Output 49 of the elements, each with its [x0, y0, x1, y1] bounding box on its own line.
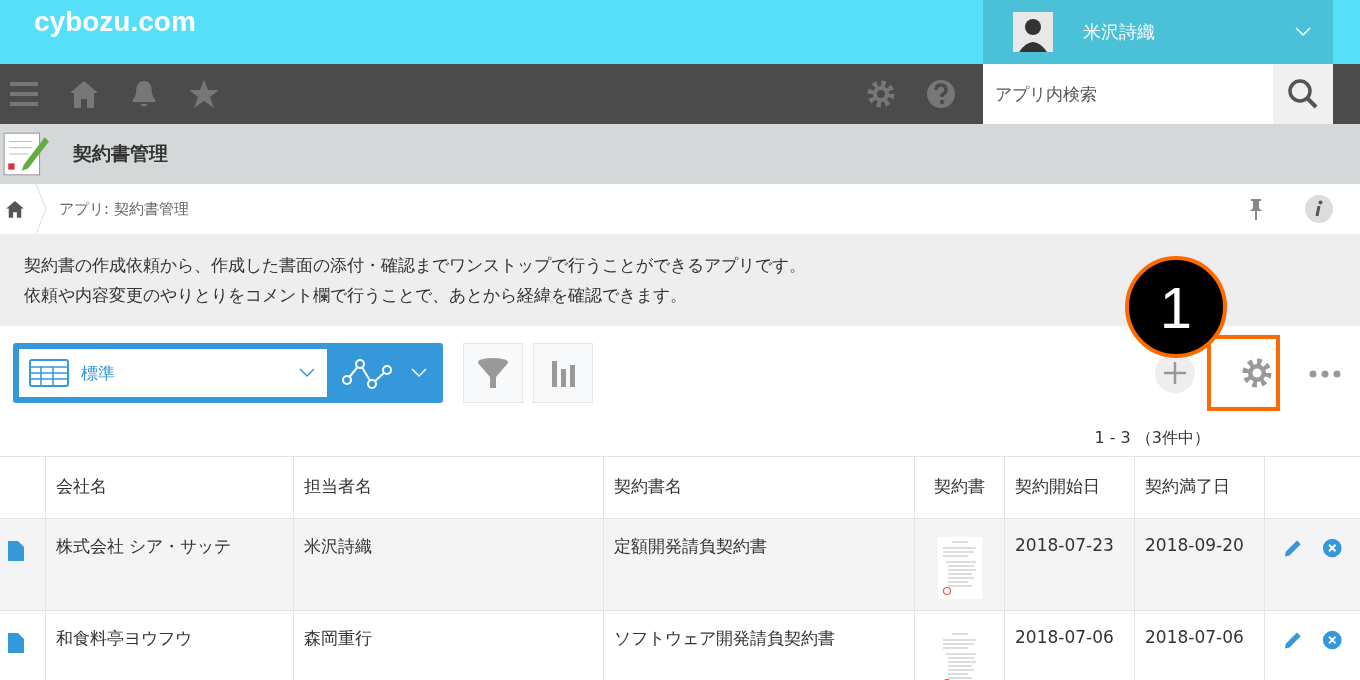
table-cell: 定額開発請負契約書	[614, 536, 767, 556]
caret-icon	[410, 368, 428, 378]
caret-icon	[1295, 27, 1311, 37]
avatar-silhouette-icon	[1013, 12, 1053, 52]
table-cell: 2018-07-06	[1015, 627, 1114, 647]
more-icon	[1309, 369, 1341, 378]
table-cell: 和食料亭ヨウフウ	[56, 628, 192, 648]
column-header: 会社名	[56, 476, 107, 496]
delete-icon[interactable]	[1321, 537, 1342, 559]
description-text: 契約書の作成依頼から、作成した書面の添付・確認までワンストップで行うことができるアプリです。	[24, 254, 806, 277]
search-button[interactable]	[1273, 64, 1333, 124]
home-icon[interactable]	[5, 199, 25, 219]
table-cell: 2018-09-20	[1145, 535, 1244, 555]
delete-icon[interactable]	[1321, 629, 1342, 651]
search-field[interactable]: アプリ内検索	[983, 64, 1273, 124]
table-cell: 株式会社 シア・サッテ	[56, 536, 232, 556]
star-icon[interactable]	[188, 78, 220, 110]
plus-icon	[1163, 361, 1187, 385]
table-cell: 2018-07-23	[1015, 535, 1114, 555]
table-icon	[29, 359, 69, 387]
column-header: 担当者名	[304, 476, 372, 496]
app-title: 契約書管理	[73, 141, 168, 166]
caret-icon	[299, 368, 315, 378]
record-document-icon[interactable]	[8, 541, 24, 561]
search-icon	[1287, 78, 1319, 110]
bar-chart-icon	[550, 359, 576, 387]
view-dropdown[interactable]: 標準	[19, 349, 327, 397]
chart-button[interactable]	[533, 343, 593, 403]
help-icon[interactable]	[925, 78, 957, 110]
column-header: 契約満了日	[1145, 476, 1230, 496]
settings-icon[interactable]	[865, 78, 897, 110]
table-row[interactable]: 株式会社 シア・サッテ 米沢詩織 定額開発請負契約書 2018-07-23 2018-09-20	[0, 519, 1360, 611]
description-text: 依頼や内容変更のやりとりをコメント欄で行うことで、あとから経緯を確認できます。	[24, 284, 687, 307]
table-cell: ソフトウェア開発請負契約書	[614, 628, 835, 648]
info-icon[interactable]	[1304, 194, 1334, 224]
line-graph-icon	[342, 356, 394, 390]
funnel-icon	[475, 355, 511, 391]
filter-button[interactable]	[463, 343, 523, 403]
record-document-icon[interactable]	[8, 633, 24, 653]
record-count: 1 - 3 （3件中）	[1094, 427, 1210, 449]
settings-icon	[1241, 357, 1273, 389]
breadcrumb-link[interactable]: アプリ: 契約書管理	[59, 199, 189, 219]
column-header: 契約開始日	[1015, 476, 1100, 496]
column-header: 契約書	[934, 475, 985, 498]
table-cell: 米沢詩織	[304, 536, 372, 556]
column-header: 契約書名	[614, 476, 682, 496]
table-cell: 森岡重行	[304, 628, 372, 648]
table-cell: 2018-07-06	[1145, 627, 1244, 647]
document-thumbnail[interactable]	[937, 537, 982, 599]
